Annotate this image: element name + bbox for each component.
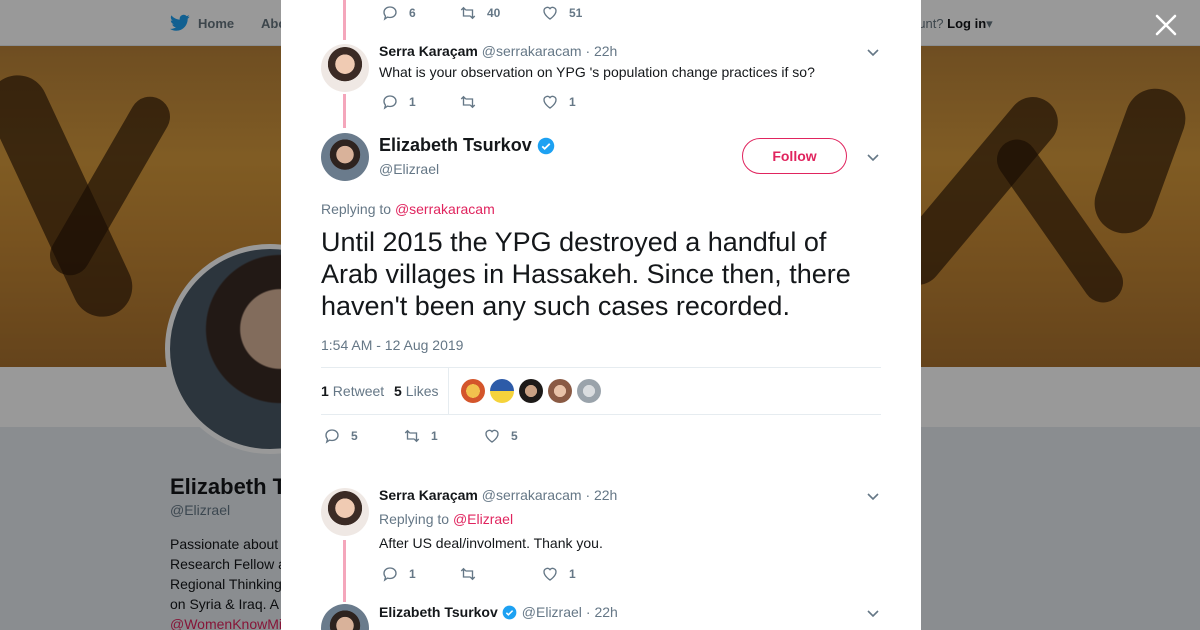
- retweet-button[interactable]: [459, 565, 541, 583]
- chevron-down-icon[interactable]: [866, 606, 880, 620]
- like-button[interactable]: 1: [541, 565, 576, 583]
- tweet-header: Elizabeth Tsurkov @Elizrael · 22h: [379, 604, 618, 620]
- tweet-actions: 1 1: [381, 565, 576, 583]
- like-button[interactable]: 5: [483, 427, 518, 445]
- retweet-button[interactable]: 40: [459, 4, 541, 22]
- follow-button[interactable]: Follow: [742, 138, 847, 174]
- heart-icon: [543, 6, 557, 20]
- reply-icon: [383, 567, 397, 582]
- retweet-stat-count: 1: [321, 383, 329, 399]
- thread-line: [343, 540, 346, 602]
- liker-avatar[interactable]: [490, 379, 514, 403]
- author-handle[interactable]: @Elizrael: [522, 604, 582, 620]
- verified-badge-icon: [537, 137, 554, 154]
- chevron-down-icon[interactable]: [866, 45, 880, 59]
- like-stat-count: 5: [394, 383, 402, 399]
- tweet-actions: 5 1 5: [323, 427, 518, 445]
- like-button[interactable]: 1: [541, 93, 576, 111]
- avatar[interactable]: [321, 488, 369, 536]
- retweet-button[interactable]: 1: [403, 427, 483, 445]
- tweet-time[interactable]: · 22h: [585, 43, 617, 59]
- like-stat[interactable]: 5 Likes: [394, 383, 438, 399]
- retweet-button[interactable]: [459, 93, 541, 111]
- author-name[interactable]: Serra Karaçam: [379, 43, 478, 59]
- tweet-timestamp[interactable]: 1:54 AM - 12 Aug 2019: [321, 337, 463, 353]
- reply-icon: [325, 429, 339, 444]
- retweet-icon: [460, 567, 476, 581]
- retweet-icon: [460, 95, 476, 109]
- tweet-stats: 1 Retweet 5 Likes: [321, 367, 881, 415]
- avatar[interactable]: [321, 44, 369, 92]
- like-button[interactable]: 51: [541, 4, 582, 22]
- retweet-count: 1: [431, 429, 438, 443]
- like-count: 1: [569, 95, 576, 109]
- reply-button[interactable]: 5: [323, 427, 403, 445]
- heart-icon: [543, 95, 557, 109]
- verified-badge-icon: [502, 605, 517, 619]
- replying-to-link[interactable]: @Elizrael: [453, 511, 513, 527]
- retweet-icon: [460, 6, 476, 20]
- thread-line: [343, 94, 346, 128]
- tweet-text: What is your observation on YPG 's popul…: [379, 64, 815, 80]
- tweet-actions: 1 1: [381, 93, 576, 111]
- author-name[interactable]: Elizabeth Tsurkov: [379, 135, 555, 156]
- reply-button[interactable]: 6: [381, 4, 459, 22]
- author-name[interactable]: Serra Karaçam: [379, 487, 478, 503]
- like-stat-label: Likes: [405, 383, 439, 399]
- retweet-stat-label: Retweet: [332, 383, 385, 399]
- like-count: 51: [569, 6, 583, 20]
- reply-count: 6: [409, 6, 416, 20]
- like-count: 1: [569, 567, 576, 581]
- liker-avatar[interactable]: [461, 379, 485, 403]
- retweet-icon: [404, 429, 420, 443]
- tweet-time[interactable]: · 22h: [586, 604, 618, 620]
- tweet-header: Serra Karaçam @serrakaracam · 22h: [379, 43, 617, 59]
- avatar[interactable]: [321, 133, 369, 181]
- author-handle[interactable]: @Elizrael: [379, 161, 439, 177]
- reply-count: 1: [409, 567, 416, 581]
- like-count: 5: [511, 429, 518, 443]
- liker-avatar[interactable]: [548, 379, 572, 403]
- author-name[interactable]: Elizabeth Tsurkov: [379, 604, 498, 620]
- tweet-actions: 6 40 51: [381, 4, 582, 22]
- avatar[interactable]: [321, 604, 369, 630]
- retweet-stat[interactable]: 1 Retweet: [321, 383, 384, 399]
- heart-icon: [543, 567, 557, 581]
- replying-to-link[interactable]: @serrakaracam: [395, 201, 495, 217]
- replying-to: Replying to @serrakaracam: [321, 201, 495, 217]
- author-handle[interactable]: @serrakaracam: [482, 43, 582, 59]
- author-handle[interactable]: @serrakaracam: [482, 487, 582, 503]
- replying-prefix: Replying to: [321, 201, 392, 217]
- reply-count: 5: [351, 429, 358, 443]
- reply-button[interactable]: 1: [381, 93, 459, 111]
- stats-divider: [448, 368, 449, 414]
- close-icon[interactable]: [1152, 11, 1180, 39]
- tweet-text: Until 2015 the YPG destroyed a handful o…: [321, 227, 851, 321]
- tweet-text: After US deal/involment. Thank you.: [379, 535, 603, 551]
- author-name-label: Elizabeth Tsurkov: [379, 135, 532, 155]
- reply-icon: [383, 6, 397, 21]
- tweet-time[interactable]: · 22h: [585, 487, 617, 503]
- tweet-modal: 6 40 51 Serra Karaçam @serrakaracam · 22…: [281, 0, 921, 630]
- heart-icon: [485, 429, 499, 443]
- chevron-down-icon[interactable]: [866, 150, 880, 164]
- replying-to: Replying to @Elizrael: [379, 511, 513, 527]
- reply-count: 1: [409, 95, 416, 109]
- thread-line: [343, 0, 346, 40]
- liker-avatar[interactable]: [577, 379, 601, 403]
- retweet-count: 40: [487, 6, 501, 20]
- liker-avatars: [461, 379, 606, 403]
- reply-button[interactable]: 1: [381, 565, 459, 583]
- tweet-header: Serra Karaçam @serrakaracam · 22h: [379, 487, 617, 503]
- chevron-down-icon[interactable]: [866, 489, 880, 503]
- reply-icon: [383, 95, 397, 110]
- replying-prefix: Replying to: [379, 511, 450, 527]
- liker-avatar[interactable]: [519, 379, 543, 403]
